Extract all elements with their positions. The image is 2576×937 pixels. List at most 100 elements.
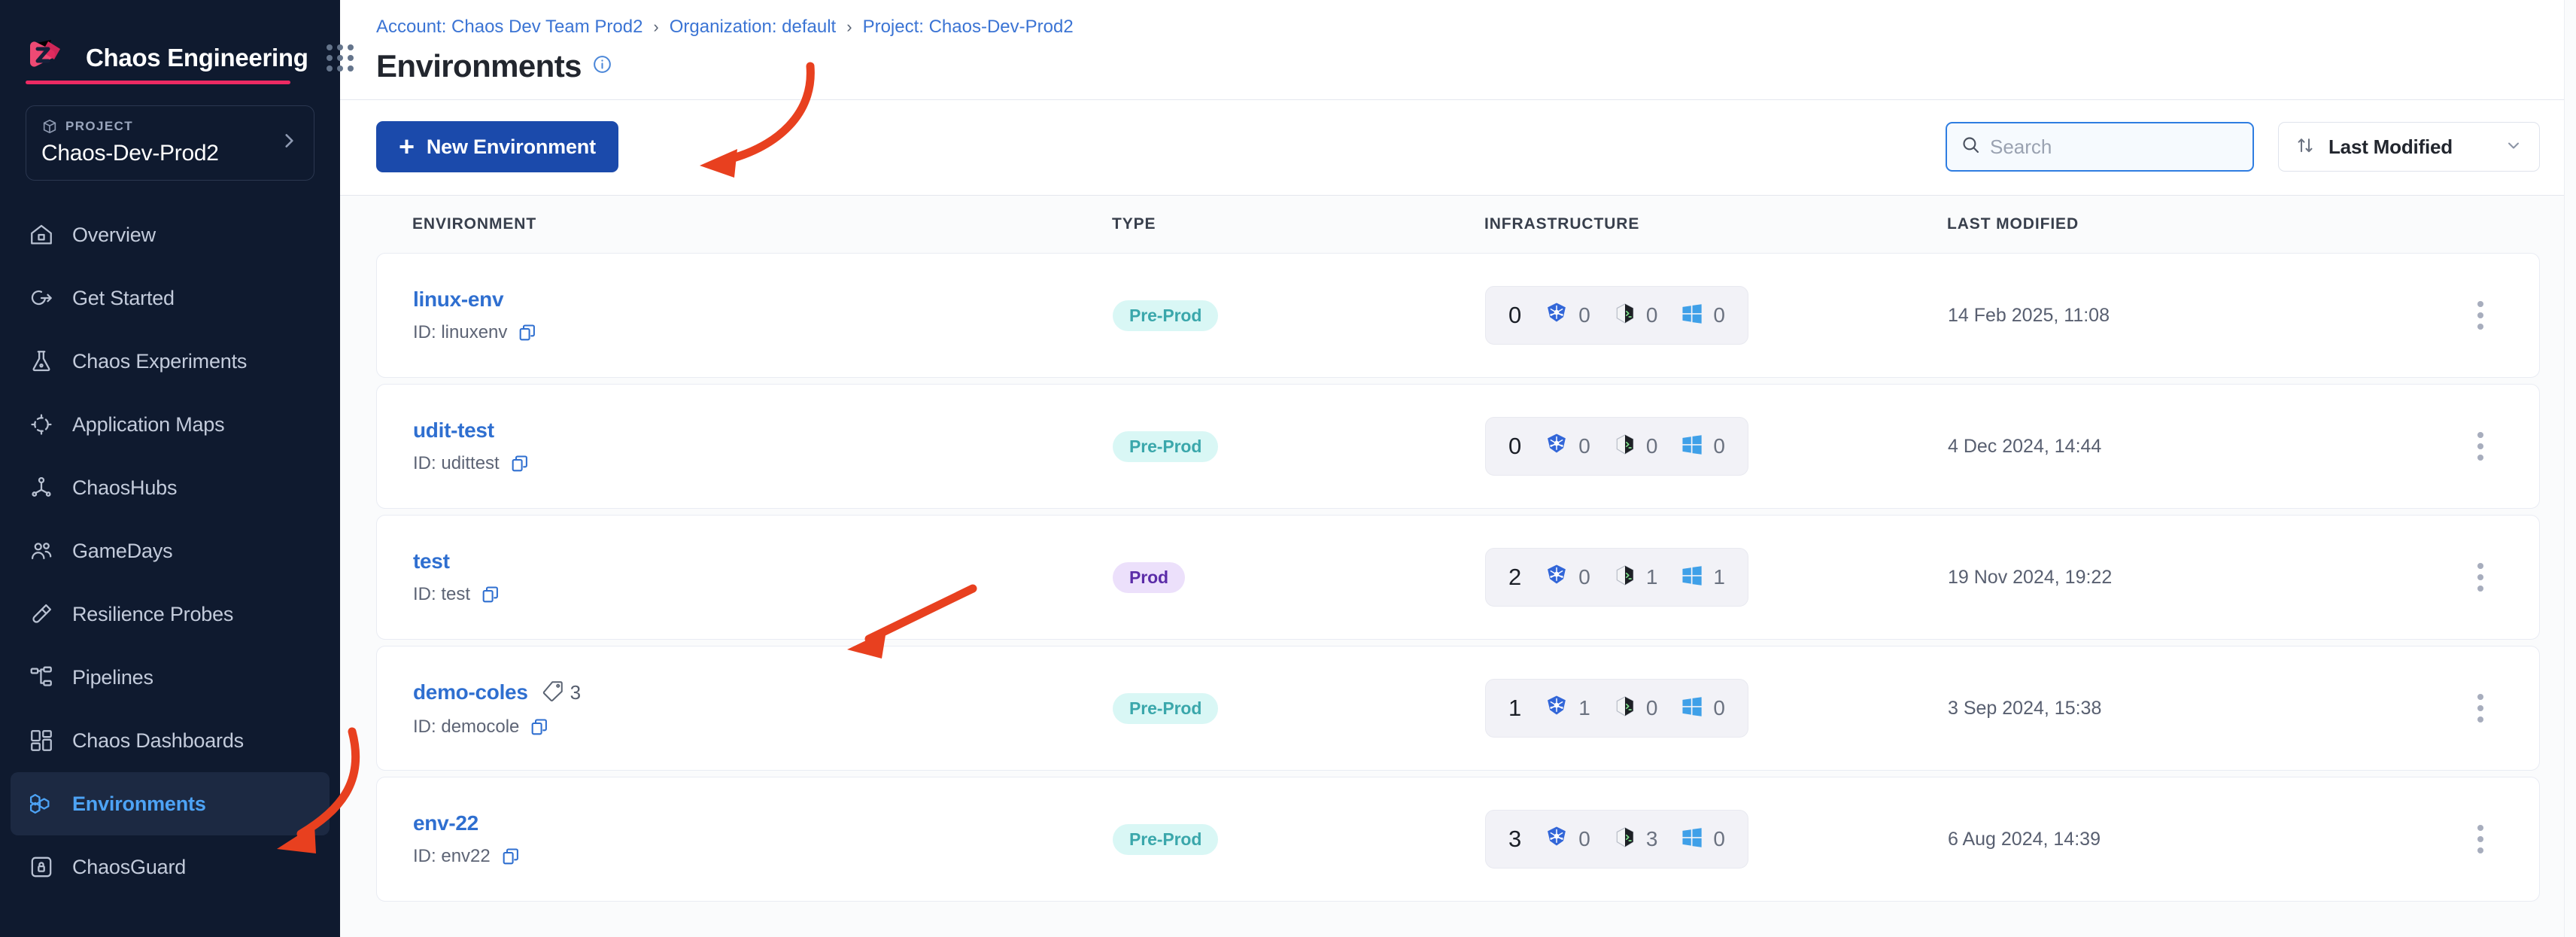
project-label: PROJECT <box>65 119 134 133</box>
sidebar-item-resilience-probes[interactable]: Resilience Probes <box>11 583 330 646</box>
row-menu-button[interactable] <box>2458 817 2503 862</box>
hexagons-icon <box>27 789 56 818</box>
table-row[interactable]: linux-env ID: linuxenv Pre-Prod 0 0 0 0 14 Feb … <box>376 253 2540 378</box>
page-title: Environments <box>376 48 582 84</box>
sidebar-item-get-started[interactable]: Get Started <box>11 266 330 330</box>
info-circle-icon[interactable] <box>592 54 612 78</box>
row-menu-button[interactable] <box>2458 686 2503 731</box>
environment-id-value: env22 <box>441 846 491 866</box>
project-selector[interactable]: PROJECT Chaos-Dev-Prod2 <box>26 105 314 181</box>
infra-platform: 0 <box>1680 695 1725 723</box>
environment-id-line: ID: linuxenv <box>413 322 1113 343</box>
search-box[interactable] <box>1946 122 2254 172</box>
breadcrumb-account[interactable]: Account: Chaos Dev Team Prod2 <box>376 17 642 38</box>
new-environment-button[interactable]: + New Environment <box>376 121 618 172</box>
page-title-row: Environments <box>376 48 2540 84</box>
sidebar-item-application-maps[interactable]: Application Maps <box>11 393 330 456</box>
row-menu-button[interactable] <box>2458 293 2503 338</box>
sidebar-nav: Overview Get Started Chaos Experiments A… <box>0 203 340 899</box>
environment-id-line: ID: test <box>413 584 1113 605</box>
windows-icon <box>1680 302 1704 330</box>
infra-platform-count: 0 <box>1713 827 1725 850</box>
sidebar-item-chaoshubs[interactable]: ChaosHubs <box>11 456 330 519</box>
test-tube-icon <box>27 600 56 628</box>
sidebar-item-overview[interactable]: Overview <box>11 203 330 266</box>
windows-icon <box>1680 826 1704 853</box>
sidebar-item-chaosguard[interactable]: ChaosGuard <box>11 835 330 899</box>
environment-name-link[interactable]: test <box>413 549 450 573</box>
app-root: Chaos Engineering PROJECT Chaos-Dev-Prod… <box>0 0 2576 937</box>
environment-name-link[interactable]: linux-env <box>413 287 504 312</box>
breadcrumb-separator: › <box>846 17 852 36</box>
sidebar-item-label: Pipelines <box>72 665 153 689</box>
sidebar-item-chaos-dashboards[interactable]: Chaos Dashboards <box>11 709 330 772</box>
column-header-last-modified: LAST MODIFIED <box>1947 215 2079 233</box>
infrastructure-total-count: 0 <box>1508 302 1522 328</box>
status-badge: Prod <box>1113 561 1185 593</box>
environment-cell: env-22 ID: env22 <box>413 811 1113 867</box>
last-modified-cell: 14 Feb 2025, 11:08 <box>1948 305 2435 327</box>
environment-cell: demo-coles 3 ID: democole <box>413 680 1113 738</box>
infra-platform-count: 3 <box>1645 827 1658 850</box>
environment-name-link[interactable]: demo-coles <box>413 680 528 704</box>
copy-icon[interactable] <box>518 323 537 342</box>
breadcrumb-project[interactable]: Project: Chaos-Dev-Prod2 <box>863 17 1074 38</box>
copy-icon[interactable] <box>510 454 530 473</box>
search-icon <box>1961 135 1981 159</box>
infra-platform-count: 1 <box>1713 565 1725 589</box>
linux-terminal-icon <box>1613 826 1637 853</box>
main-content: Account: Chaos Dev Team Prod2 › Organiza… <box>340 0 2576 937</box>
linux-terminal-icon <box>1613 564 1637 592</box>
vertical-scrollbar[interactable] <box>2564 0 2576 937</box>
app-grid-icon[interactable] <box>326 44 354 71</box>
infra-platform-count: 0 <box>1578 303 1590 327</box>
status-badge: Pre-Prod <box>1113 823 1219 855</box>
sidebar-item-pipelines[interactable]: Pipelines <box>11 646 330 709</box>
environment-id-value: test <box>441 584 471 604</box>
infrastructure-cell: 1 1 0 0 <box>1485 679 1948 738</box>
tag-icon <box>542 680 564 706</box>
row-menu-button[interactable] <box>2458 424 2503 469</box>
infrastructure-pill: 1 1 0 0 <box>1485 679 1748 738</box>
sidebar-item-gamedays[interactable]: GameDays <box>11 519 330 583</box>
table-row[interactable]: env-22 ID: env22 Pre-Prod 3 0 3 0 6 Aug 2024, 1… <box>376 777 2540 902</box>
lock-shield-icon <box>27 853 56 881</box>
copy-icon[interactable] <box>481 585 500 604</box>
sidebar-item-chaos-experiments[interactable]: Chaos Experiments <box>11 330 330 393</box>
table-row[interactable]: demo-coles 3 ID: democole Pre-Prod 1 1 0 0 3 Sep… <box>376 646 2540 771</box>
copy-icon[interactable] <box>501 847 521 866</box>
environment-id-prefix: ID: <box>413 716 442 737</box>
table-row[interactable]: test ID: test Prod 2 0 1 1 19 Nov 2024, 19:22 <box>376 515 2540 640</box>
sidebar-item-label: ChaosHubs <box>72 476 178 499</box>
column-header-infrastructure: INFRASTRUCTURE <box>1484 215 1640 233</box>
infra-platform: 0 <box>1544 563 1590 592</box>
users-icon <box>27 537 56 565</box>
sort-arrows-icon <box>2295 135 2315 159</box>
type-cell: Pre-Prod <box>1113 430 1485 462</box>
sidebar-item-label: GameDays <box>72 539 173 562</box>
tag-count: 3 <box>570 680 582 704</box>
column-header-type: TYPE <box>1112 215 1156 233</box>
environment-id-prefix: ID: <box>413 584 442 604</box>
chevron-down-icon <box>2505 136 2523 158</box>
sidebar-item-environments[interactable]: Environments <box>11 772 330 835</box>
row-actions-cell <box>2435 555 2503 600</box>
infra-platform: 0 <box>1613 302 1657 330</box>
sort-dropdown[interactable]: Last Modified <box>2278 122 2540 172</box>
table-row[interactable]: udit-test ID: udittest Pre-Prod 0 0 0 0 4 Dec 2… <box>376 384 2540 509</box>
copy-icon[interactable] <box>530 717 549 737</box>
page-header: Account: Chaos Dev Team Prod2 › Organiza… <box>340 0 2576 100</box>
table-header-row: ENVIRONMENT TYPE INFRASTRUCTURE LAST MOD… <box>376 196 2540 253</box>
breadcrumb-organization[interactable]: Organization: default <box>670 17 836 38</box>
row-menu-button[interactable] <box>2458 555 2503 600</box>
infra-platform: 0 <box>1680 302 1725 330</box>
environment-name-link[interactable]: env-22 <box>413 811 478 835</box>
environment-name-line: test <box>413 549 1113 573</box>
environment-name-link[interactable]: udit-test <box>413 418 494 443</box>
search-input[interactable] <box>1990 135 2239 159</box>
last-modified-cell: 6 Aug 2024, 14:39 <box>1948 829 2435 850</box>
project-selector-text: PROJECT Chaos-Dev-Prod2 <box>41 118 219 166</box>
sidebar-item-label: ChaosGuard <box>72 855 187 878</box>
infra-platform: 3 <box>1613 826 1658 853</box>
environment-id-line: ID: udittest <box>413 453 1113 474</box>
